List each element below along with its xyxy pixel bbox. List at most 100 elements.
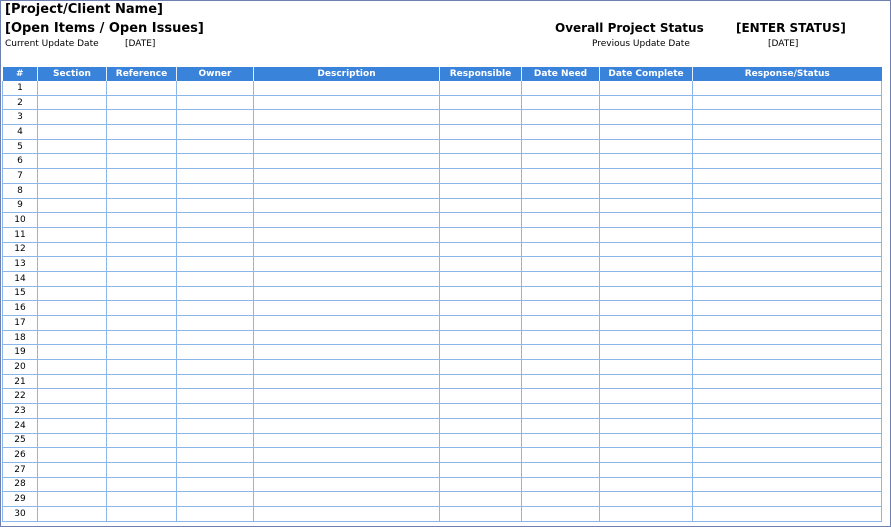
- responsible-cell[interactable]: [439, 418, 522, 434]
- description-cell[interactable]: [253, 124, 440, 140]
- responsible-cell[interactable]: [439, 286, 522, 302]
- response-status-cell[interactable]: [692, 183, 882, 199]
- section-cell[interactable]: [37, 300, 107, 316]
- responsible-cell[interactable]: [439, 212, 522, 228]
- description-cell[interactable]: [253, 506, 440, 522]
- date-need-cell[interactable]: [521, 168, 600, 184]
- reference-cell[interactable]: [106, 198, 177, 214]
- date-complete-cell[interactable]: [599, 109, 693, 126]
- response-status-cell[interactable]: [692, 491, 882, 507]
- reference-cell[interactable]: [106, 506, 177, 522]
- responsible-cell[interactable]: [439, 491, 522, 507]
- section-cell[interactable]: [37, 168, 107, 184]
- responsible-cell[interactable]: [439, 271, 522, 287]
- responsible-cell[interactable]: [439, 403, 522, 419]
- description-cell[interactable]: [253, 315, 440, 331]
- date-complete-cell[interactable]: [599, 359, 693, 375]
- section-cell[interactable]: [37, 433, 107, 449]
- section-cell[interactable]: [37, 359, 107, 375]
- response-status-cell[interactable]: [692, 242, 882, 258]
- responsible-cell[interactable]: [439, 242, 522, 258]
- response-status-cell[interactable]: [692, 315, 882, 331]
- date-need-cell[interactable]: [521, 95, 600, 111]
- date-complete-cell[interactable]: [599, 198, 693, 214]
- response-status-cell[interactable]: [692, 374, 882, 390]
- responsible-cell[interactable]: [439, 168, 522, 184]
- date-need-cell[interactable]: [521, 227, 600, 243]
- date-complete-cell[interactable]: [599, 300, 693, 316]
- date-need-cell[interactable]: [521, 198, 600, 214]
- description-cell[interactable]: [253, 198, 440, 214]
- responsible-cell[interactable]: [439, 124, 522, 140]
- reference-cell[interactable]: [106, 344, 177, 361]
- owner-cell[interactable]: [176, 491, 254, 507]
- response-status-cell[interactable]: [692, 344, 882, 361]
- response-status-cell[interactable]: [692, 153, 882, 170]
- description-cell[interactable]: [253, 81, 440, 96]
- date-complete-cell[interactable]: [599, 374, 693, 390]
- date-need-cell[interactable]: [521, 330, 600, 346]
- date-complete-cell[interactable]: [599, 418, 693, 434]
- responsible-cell[interactable]: [439, 447, 522, 463]
- date-complete-cell[interactable]: [599, 462, 693, 478]
- date-complete-cell[interactable]: [599, 315, 693, 331]
- section-cell[interactable]: [37, 198, 107, 214]
- date-need-cell[interactable]: [521, 300, 600, 316]
- responsible-cell[interactable]: [439, 388, 522, 405]
- owner-cell[interactable]: [176, 330, 254, 346]
- owner-cell[interactable]: [176, 81, 254, 96]
- current-update-value[interactable]: [DATE]: [125, 40, 155, 49]
- description-cell[interactable]: [253, 403, 440, 419]
- reference-cell[interactable]: [106, 95, 177, 111]
- section-cell[interactable]: [37, 153, 107, 170]
- date-complete-cell[interactable]: [599, 139, 693, 155]
- description-cell[interactable]: [253, 447, 440, 463]
- reference-cell[interactable]: [106, 212, 177, 228]
- date-need-cell[interactable]: [521, 183, 600, 199]
- description-cell[interactable]: [253, 418, 440, 434]
- date-need-cell[interactable]: [521, 286, 600, 302]
- reference-cell[interactable]: [106, 286, 177, 302]
- reference-cell[interactable]: [106, 447, 177, 463]
- section-cell[interactable]: [37, 81, 107, 96]
- date-complete-cell[interactable]: [599, 491, 693, 507]
- owner-cell[interactable]: [176, 462, 254, 478]
- responsible-cell[interactable]: [439, 374, 522, 390]
- date-complete-cell[interactable]: [599, 403, 693, 419]
- description-cell[interactable]: [253, 344, 440, 361]
- section-cell[interactable]: [37, 139, 107, 155]
- section-cell[interactable]: [37, 95, 107, 111]
- response-status-cell[interactable]: [692, 168, 882, 184]
- owner-cell[interactable]: [176, 286, 254, 302]
- date-need-cell[interactable]: [521, 403, 600, 419]
- reference-cell[interactable]: [106, 168, 177, 184]
- date-need-cell[interactable]: [521, 344, 600, 361]
- date-complete-cell[interactable]: [599, 212, 693, 228]
- date-complete-cell[interactable]: [599, 388, 693, 405]
- owner-cell[interactable]: [176, 198, 254, 214]
- section-cell[interactable]: [37, 109, 107, 126]
- response-status-cell[interactable]: [692, 447, 882, 463]
- response-status-cell[interactable]: [692, 462, 882, 478]
- date-complete-cell[interactable]: [599, 256, 693, 272]
- reference-cell[interactable]: [106, 256, 177, 272]
- owner-cell[interactable]: [176, 388, 254, 405]
- reference-cell[interactable]: [106, 183, 177, 199]
- overall-status-value[interactable]: [ENTER STATUS]: [736, 22, 846, 34]
- section-cell[interactable]: [37, 286, 107, 302]
- responsible-cell[interactable]: [439, 330, 522, 346]
- date-complete-cell[interactable]: [599, 271, 693, 287]
- responsible-cell[interactable]: [439, 227, 522, 243]
- section-cell[interactable]: [37, 447, 107, 463]
- date-need-cell[interactable]: [521, 81, 600, 96]
- date-complete-cell[interactable]: [599, 168, 693, 184]
- description-cell[interactable]: [253, 491, 440, 507]
- owner-cell[interactable]: [176, 95, 254, 111]
- date-complete-cell[interactable]: [599, 183, 693, 199]
- owner-cell[interactable]: [176, 403, 254, 419]
- response-status-cell[interactable]: [692, 81, 882, 96]
- owner-cell[interactable]: [176, 109, 254, 126]
- responsible-cell[interactable]: [439, 315, 522, 331]
- owner-cell[interactable]: [176, 256, 254, 272]
- reference-cell[interactable]: [106, 242, 177, 258]
